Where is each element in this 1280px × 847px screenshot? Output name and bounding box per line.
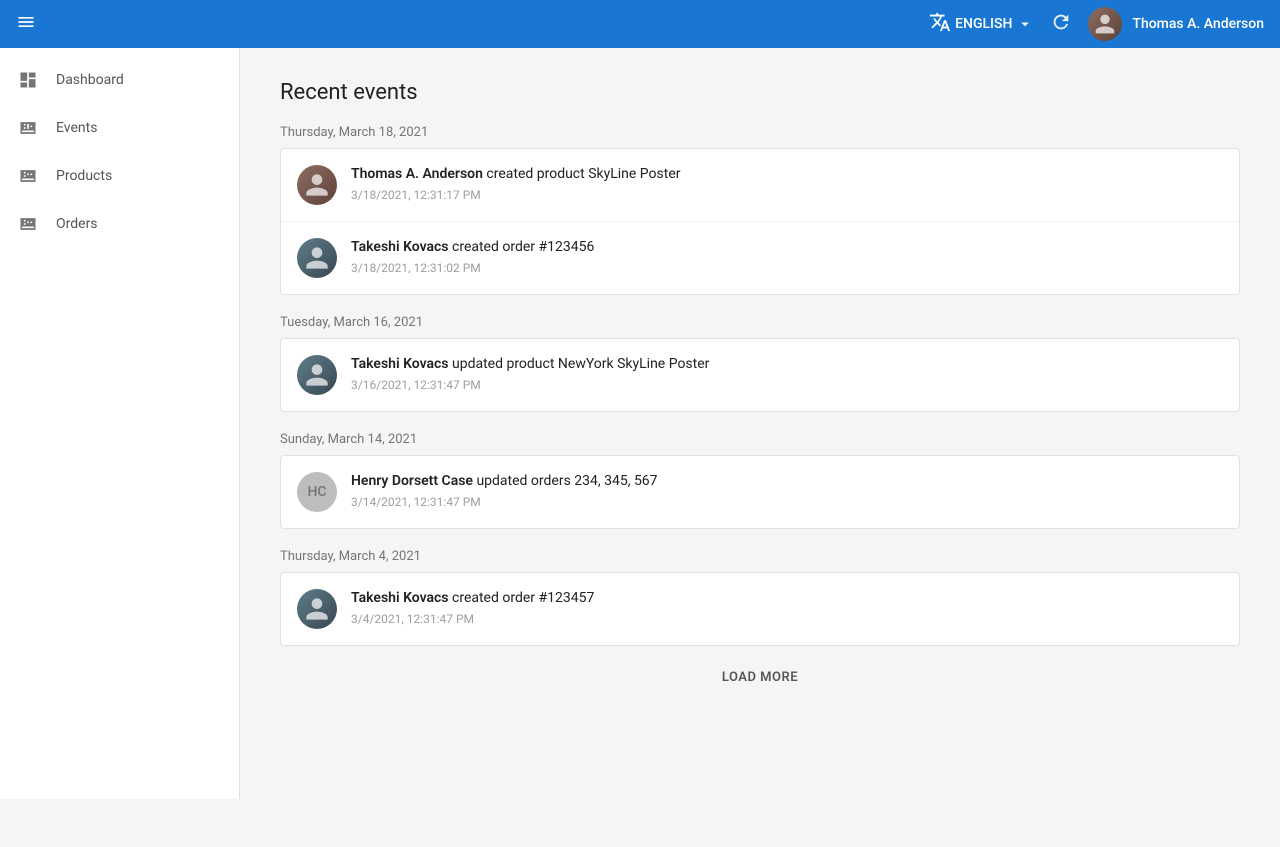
- date-header-1: Thursday, March 18, 2021: [280, 125, 1240, 140]
- event-user-3: Takeshi Kovacs: [351, 356, 449, 372]
- sidebar-label-orders: Orders: [56, 216, 98, 232]
- event-item: Takeshi Kovacs created order #123456 3/1…: [281, 222, 1239, 294]
- event-content-3: Takeshi Kovacs updated product NewYork S…: [351, 355, 1223, 392]
- event-action-2: created order #123456: [452, 239, 594, 255]
- avatar-henry: HC: [297, 472, 337, 512]
- products-icon: [16, 164, 40, 188]
- sidebar-item-events[interactable]: Events: [0, 104, 239, 152]
- sidebar-label-events: Events: [56, 120, 97, 136]
- event-user-4: Henry Dorsett Case: [351, 473, 473, 489]
- page-title: Recent events: [280, 80, 1240, 105]
- event-text-4: Henry Dorsett Case updated orders 234, 3…: [351, 472, 1223, 492]
- avatar-takeshi-3: [297, 589, 337, 629]
- event-action-3: updated product NewYork SkyLine Poster: [452, 356, 709, 372]
- event-user-2: Takeshi Kovacs: [351, 239, 449, 255]
- date-header-2: Tuesday, March 16, 2021: [280, 315, 1240, 330]
- event-action-5: created order #123457: [452, 590, 594, 606]
- user-info[interactable]: Thomas A. Anderson: [1088, 7, 1264, 41]
- menu-icon[interactable]: [16, 12, 36, 37]
- event-time-4: 3/14/2021, 12:31:47 PM: [351, 495, 1223, 509]
- event-item: Thomas A. Anderson created product SkyLi…: [281, 149, 1239, 222]
- orders-icon: [16, 212, 40, 236]
- topbar: ENGLISH Thomas A. Anderson: [0, 0, 1280, 48]
- avatar-takeshi-1: [297, 238, 337, 278]
- translate-icon: [929, 11, 951, 38]
- avatar-takeshi-2: [297, 355, 337, 395]
- event-user-5: Takeshi Kovacs: [351, 590, 449, 606]
- event-content-5: Takeshi Kovacs created order #123457 3/4…: [351, 589, 1223, 626]
- events-card-2: Takeshi Kovacs updated product NewYork S…: [280, 338, 1240, 412]
- date-header-3: Sunday, March 14, 2021: [280, 432, 1240, 447]
- event-text-2: Takeshi Kovacs created order #123456: [351, 238, 1223, 258]
- event-user-1: Thomas A. Anderson: [351, 166, 483, 182]
- sidebar-item-dashboard[interactable]: Dashboard: [0, 56, 239, 104]
- event-action-4: updated orders 234, 345, 567: [476, 473, 657, 489]
- event-item: Takeshi Kovacs created order #123457 3/4…: [281, 573, 1239, 645]
- event-content-2: Takeshi Kovacs created order #123456 3/1…: [351, 238, 1223, 275]
- events-card-4: Takeshi Kovacs created order #123457 3/4…: [280, 572, 1240, 646]
- refresh-icon[interactable]: [1050, 11, 1072, 38]
- event-time-3: 3/16/2021, 12:31:47 PM: [351, 378, 1223, 392]
- dashboard-icon: [16, 68, 40, 92]
- avatar-thomas: [297, 165, 337, 205]
- event-time-1: 3/18/2021, 12:31:17 PM: [351, 188, 1223, 202]
- event-time-2: 3/18/2021, 12:31:02 PM: [351, 261, 1223, 275]
- event-text-1: Thomas A. Anderson created product SkyLi…: [351, 165, 1223, 185]
- sidebar-item-products[interactable]: Products: [0, 152, 239, 200]
- language-label: ENGLISH: [955, 16, 1012, 32]
- user-name-label: Thomas A. Anderson: [1132, 16, 1264, 32]
- sidebar-label-dashboard: Dashboard: [56, 72, 124, 88]
- sidebar-item-orders[interactable]: Orders: [0, 200, 239, 248]
- event-time-5: 3/4/2021, 12:31:47 PM: [351, 612, 1223, 626]
- event-text-3: Takeshi Kovacs updated product NewYork S…: [351, 355, 1223, 375]
- event-content-1: Thomas A. Anderson created product SkyLi…: [351, 165, 1223, 202]
- date-header-4: Thursday, March 4, 2021: [280, 549, 1240, 564]
- events-icon: [16, 116, 40, 140]
- language-selector[interactable]: ENGLISH: [929, 11, 1034, 38]
- event-text-5: Takeshi Kovacs created order #123457: [351, 589, 1223, 609]
- event-item: Takeshi Kovacs updated product NewYork S…: [281, 339, 1239, 411]
- user-avatar: [1088, 7, 1122, 41]
- load-more-label: LOAD MORE: [722, 670, 798, 685]
- events-card-1: Thomas A. Anderson created product SkyLi…: [280, 148, 1240, 295]
- main-content: Recent events Thursday, March 18, 2021 T…: [240, 48, 1280, 799]
- sidebar: Dashboard Events Products Orders: [0, 48, 240, 799]
- sidebar-label-products: Products: [56, 168, 112, 184]
- load-more-button[interactable]: LOAD MORE: [280, 650, 1240, 705]
- event-action-1: created product SkyLine Poster: [486, 166, 680, 182]
- event-content-4: Henry Dorsett Case updated orders 234, 3…: [351, 472, 1223, 509]
- events-card-3: HC Henry Dorsett Case updated orders 234…: [280, 455, 1240, 529]
- event-item: HC Henry Dorsett Case updated orders 234…: [281, 456, 1239, 528]
